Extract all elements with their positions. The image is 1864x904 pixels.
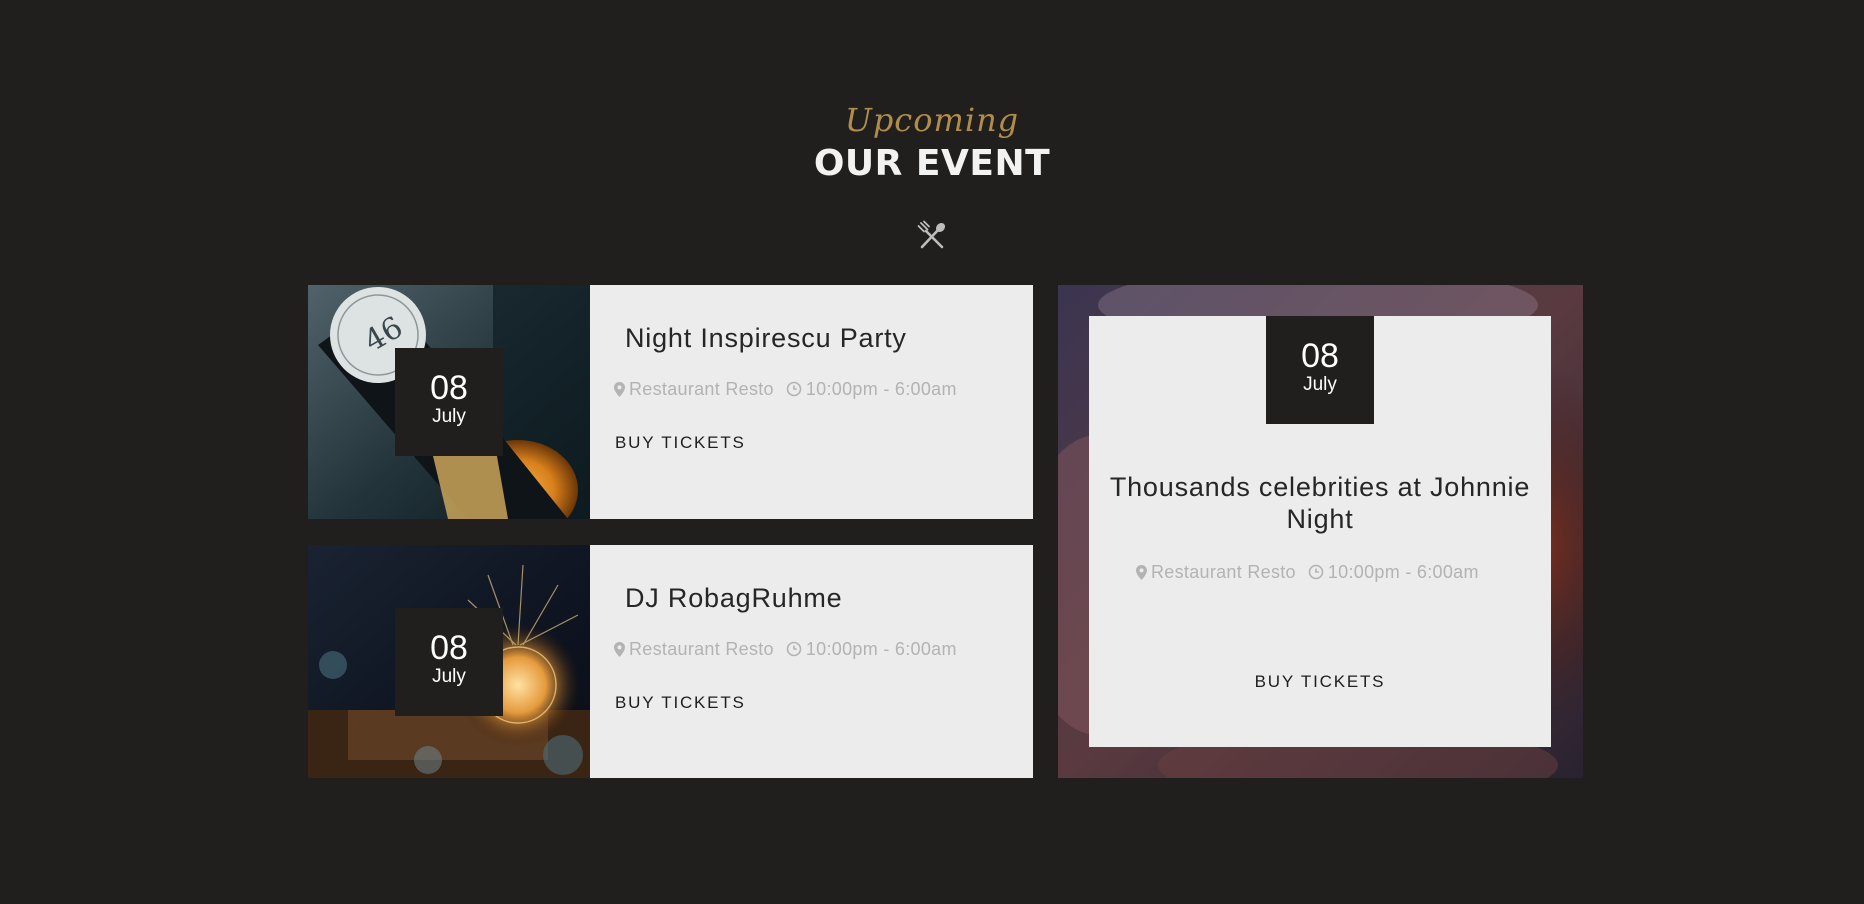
buy-tickets-button[interactable]: BUY TICKETS <box>615 433 746 453</box>
event-card: 08 July DJ RobagRuhme Restaurant Resto 1… <box>308 545 1033 778</box>
event-time: 10:00pm - 6:00am <box>805 639 957 659</box>
section-header: Upcoming OUR EVENT <box>0 100 1864 184</box>
buy-tickets-button[interactable]: BUY TICKETS <box>615 693 746 713</box>
event-month: July <box>432 406 466 427</box>
section-subtitle: Upcoming <box>844 101 1020 139</box>
event-day: 08 <box>1301 337 1339 375</box>
event-title[interactable]: DJ RobagRuhme <box>625 582 843 614</box>
event-month: July <box>1303 374 1337 395</box>
event-day: 08 <box>430 369 468 407</box>
event-meta: Restaurant Resto 10:00pm - 6:00am <box>1136 561 1479 583</box>
event-meta: Restaurant Resto 10:00pm - 6:00am <box>614 378 957 400</box>
event-month: July <box>432 666 466 687</box>
event-card: 46 08 July Night Inspirescu Party Restau… <box>308 285 1033 519</box>
event-location: Restaurant Resto <box>1151 562 1296 582</box>
map-pin-icon <box>614 381 625 397</box>
event-date-badge: 08 July <box>395 348 503 456</box>
event-day: 08 <box>430 629 468 667</box>
map-pin-icon <box>1136 564 1147 580</box>
event-title[interactable]: Thousands celebrities at Johnnie Night <box>1109 471 1531 535</box>
fork-spoon-icon <box>917 220 946 249</box>
clock-icon <box>1308 564 1324 580</box>
section-title: OUR EVENT <box>813 143 1051 184</box>
event-title[interactable]: Night Inspirescu Party <box>625 322 907 354</box>
event-location: Restaurant Resto <box>629 639 774 659</box>
map-pin-icon <box>614 641 625 657</box>
clock-icon <box>786 381 802 397</box>
featured-event-card: 08 July Thousands celebrities at Johnnie… <box>1089 316 1551 747</box>
event-date-badge: 08 July <box>395 608 503 716</box>
event-date-badge: 08 July <box>1266 316 1374 424</box>
clock-icon <box>786 641 802 657</box>
event-time: 10:00pm - 6:00am <box>805 379 957 399</box>
event-meta: Restaurant Resto 10:00pm - 6:00am <box>614 638 957 660</box>
event-location: Restaurant Resto <box>629 379 774 399</box>
event-time: 10:00pm - 6:00am <box>1327 562 1479 582</box>
buy-tickets-button[interactable]: BUY TICKETS <box>1089 672 1551 692</box>
